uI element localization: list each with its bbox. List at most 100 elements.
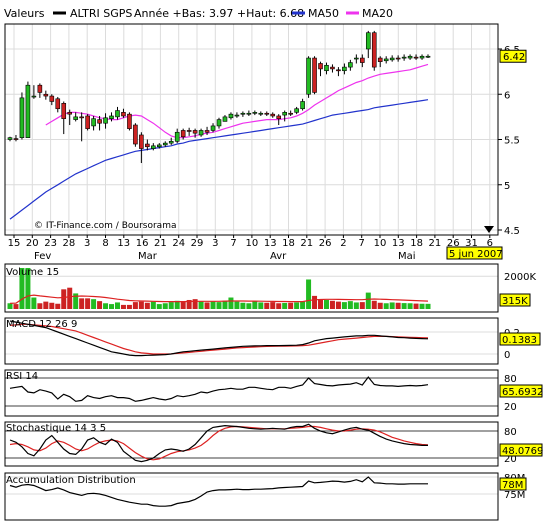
candle	[234, 112, 240, 118]
candle	[127, 112, 132, 131]
candle	[354, 54, 359, 64]
volume-bar	[353, 302, 359, 309]
volume-bar	[150, 301, 156, 309]
candle	[73, 112, 78, 122]
candle-body	[156, 144, 162, 148]
volume-bar	[79, 298, 85, 309]
candle	[330, 64, 335, 73]
date-tick-label: 16	[136, 238, 149, 249]
volume-bar	[49, 302, 55, 309]
candle-body	[419, 55, 425, 59]
stoch-last-label: 48.0769	[502, 446, 543, 457]
volume-bar	[162, 303, 168, 309]
candle-body	[151, 145, 156, 149]
candle-body	[7, 137, 13, 140]
candle	[407, 54, 413, 60]
candle-body	[139, 134, 144, 149]
candle-body	[413, 56, 419, 59]
volume-bar	[240, 302, 246, 309]
volume-bar	[192, 299, 198, 309]
candle	[43, 90, 49, 100]
candle	[264, 111, 270, 116]
volume-bar	[419, 303, 425, 309]
price-tick-label: 5.5	[504, 136, 520, 147]
accum-tick-label: 75M	[504, 490, 525, 501]
volume-bar	[61, 289, 67, 309]
candle	[240, 111, 246, 117]
volume-bar	[323, 299, 329, 309]
candle-body	[186, 130, 192, 132]
date-tick-label: 15	[8, 238, 21, 249]
candle	[198, 128, 204, 137]
candle	[115, 106, 120, 120]
candle	[389, 55, 395, 62]
candle-body	[168, 141, 174, 144]
volume-last-label: 315K	[502, 296, 528, 307]
rsi-panel-title: RSI 14	[6, 371, 38, 382]
candle	[306, 56, 311, 98]
candle	[395, 55, 401, 62]
candle-body	[270, 113, 276, 117]
volume-bar	[7, 303, 13, 309]
candle-body	[354, 57, 359, 60]
volume-bar	[13, 304, 19, 309]
date-tick-label: 23	[44, 238, 57, 249]
candle	[282, 110, 287, 122]
accumulation-panel-title: Accumulation Distribution	[6, 475, 136, 486]
candle-body	[336, 69, 341, 72]
volume-bar	[383, 303, 389, 309]
candle-body	[348, 62, 353, 68]
candle-body	[192, 130, 198, 134]
date-tick-label: 21	[154, 238, 167, 249]
candle	[133, 123, 138, 147]
volume-bar	[216, 302, 222, 309]
candle-body	[330, 66, 335, 70]
date-tick-label: 7	[230, 238, 236, 249]
candle-body	[79, 116, 84, 119]
candle	[55, 96, 61, 113]
month-label: Avr	[270, 251, 287, 262]
candle-body	[49, 95, 55, 102]
candle-body	[342, 66, 347, 72]
candle-body	[276, 115, 282, 119]
candle	[37, 83, 43, 98]
candle	[7, 136, 13, 142]
date-tick-label: 21	[300, 238, 313, 249]
volume-bar	[288, 302, 294, 309]
candle	[19, 92, 25, 140]
date-tick-label: 26	[319, 238, 332, 249]
candle	[61, 101, 67, 135]
volume-bar	[85, 298, 91, 309]
volume-bar	[359, 302, 365, 309]
volume-bar	[371, 300, 377, 309]
candle	[13, 134, 19, 142]
volume-bar	[389, 302, 395, 309]
volume-bar	[365, 292, 371, 309]
volume-bar	[395, 302, 401, 309]
volume-bar	[300, 301, 306, 309]
candle	[79, 112, 84, 142]
macd-last-label: 0.1383	[502, 335, 537, 346]
volume-tick-label: 2000K	[504, 272, 536, 283]
volume-bar	[114, 302, 120, 309]
candle	[377, 56, 383, 68]
candle-body	[174, 131, 180, 142]
candle-body	[180, 130, 186, 138]
volume-bar	[335, 301, 341, 309]
candle-body	[252, 112, 258, 114]
macd-panel-frame	[4, 317, 499, 365]
candle	[318, 61, 323, 77]
candle	[419, 54, 425, 60]
candle-body	[306, 57, 311, 95]
volume-bar	[67, 287, 73, 309]
date-tick-label: 13	[117, 238, 130, 249]
candle	[348, 59, 353, 71]
candle-body	[127, 113, 132, 129]
date-tick-label: 13	[392, 238, 405, 249]
candle-body	[31, 95, 37, 98]
ma50-line	[9, 99, 429, 220]
candle-body	[133, 124, 138, 145]
candle	[312, 56, 317, 95]
volume-panel-title: Volume 15	[6, 267, 59, 278]
candle	[270, 112, 276, 118]
